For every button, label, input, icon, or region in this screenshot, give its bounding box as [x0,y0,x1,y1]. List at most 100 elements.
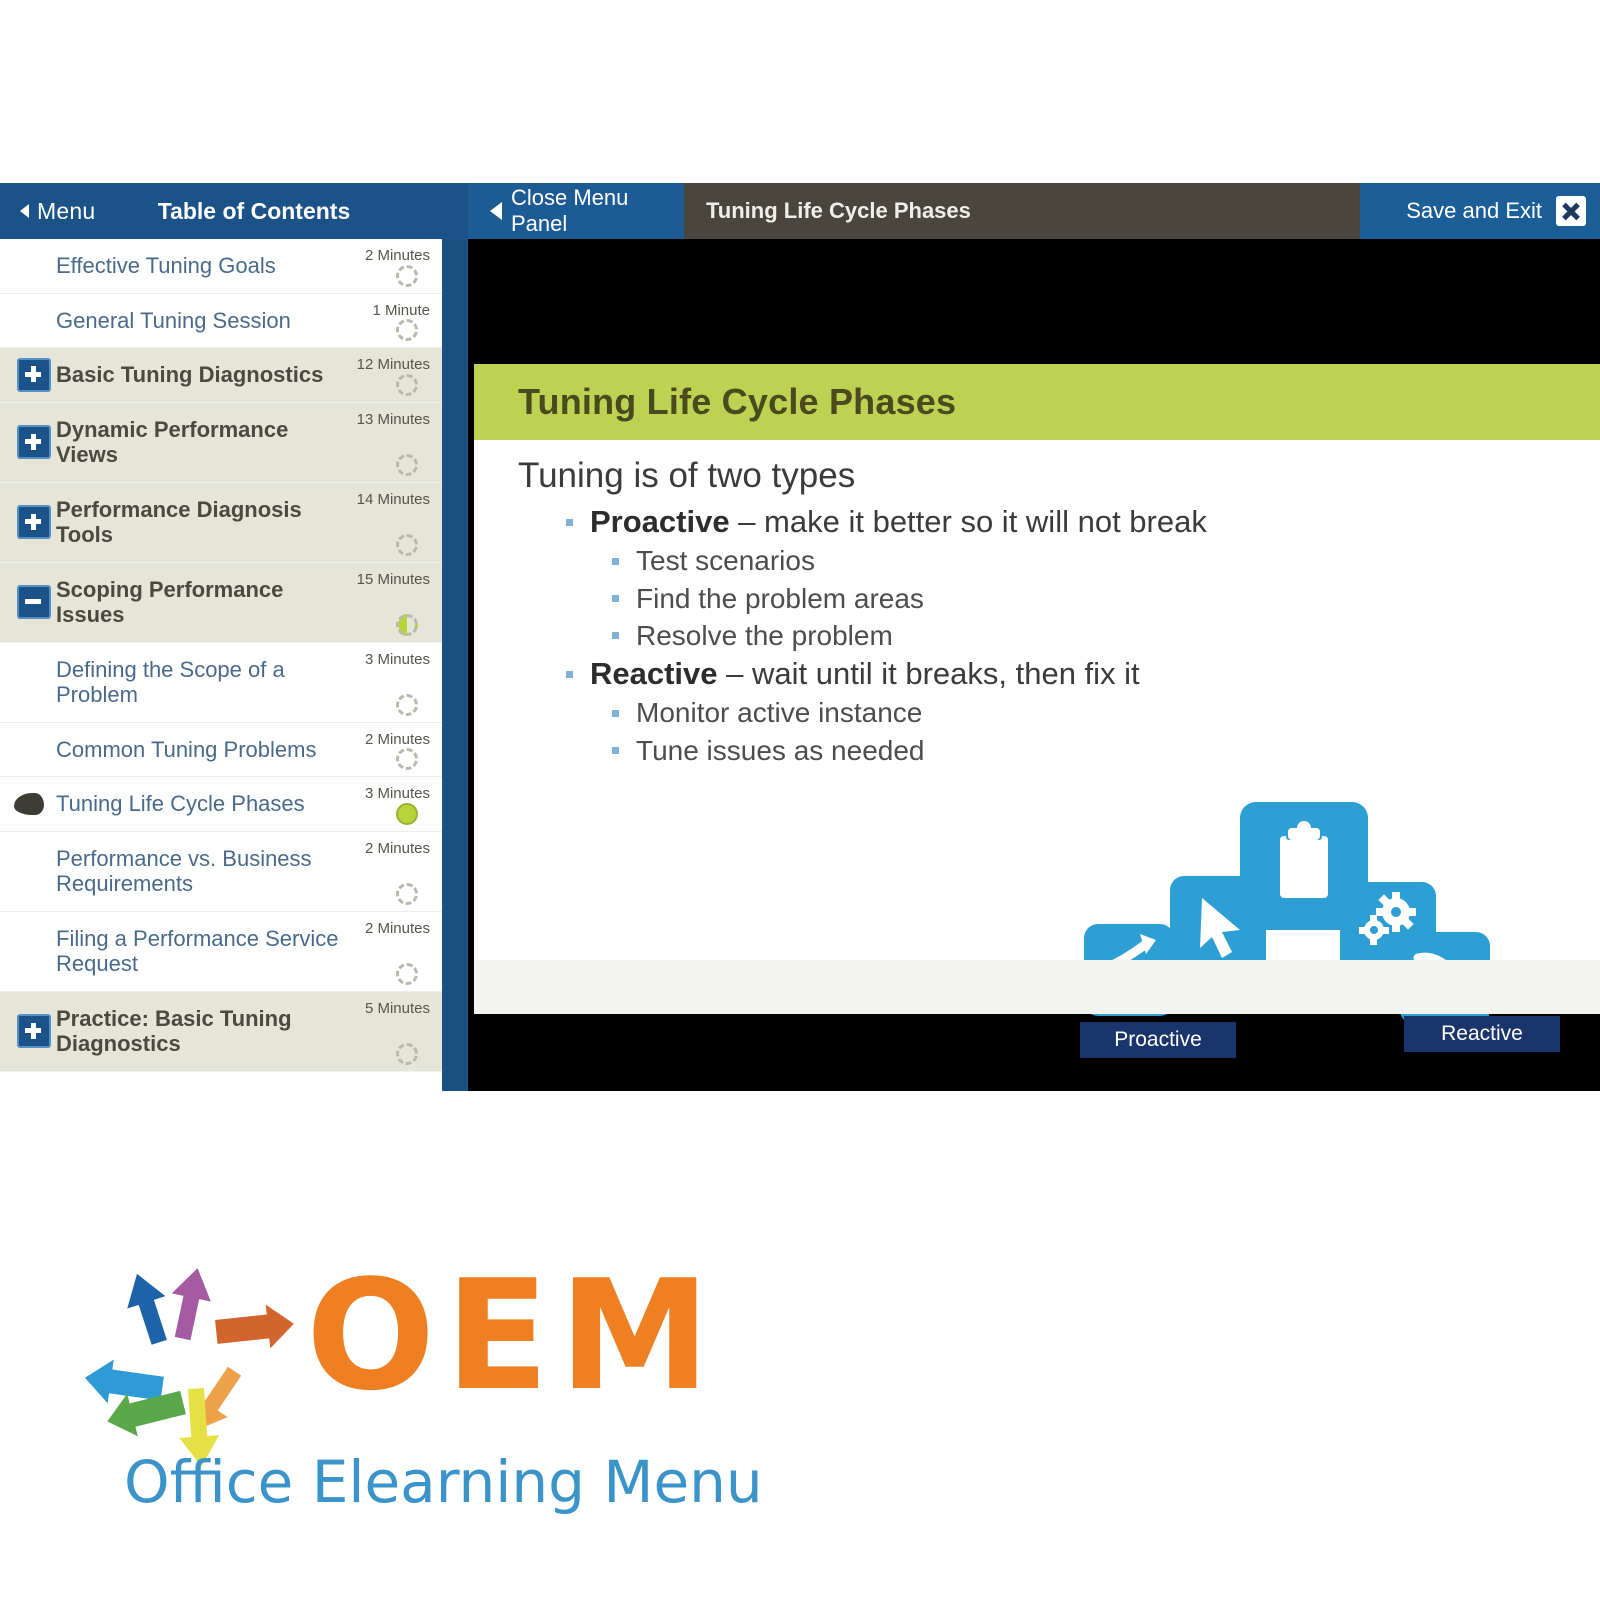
toc-item-duration: 14 Minutes [356,490,430,508]
toc-header: Table of Contents Menu [0,183,468,239]
slide-bullet-l2: Resolve the problem [610,617,1258,654]
proactive-badge: Proactive [1080,1022,1236,1058]
toc-list[interactable]: Effective Tuning Goals 2 Minutes General T… [0,239,442,1091]
expand-plus-icon[interactable] [17,1014,51,1049]
slide-bullet-rest: – wait until it breaks, then fix it [717,656,1140,691]
toc-item-progress-empty [396,373,418,396]
toc-item-progress-empty [396,1042,418,1065]
toc-item-label: Performance vs. Business Requirements [56,845,312,897]
triangle-left-icon [490,202,502,220]
toc-scrollbar-track[interactable] [444,239,908,1091]
expand-plus-icon[interactable] [17,505,51,540]
toc-item-duration: 2 Minutes [364,839,430,857]
toc-item-label: Performance Diagnosis Tools [56,496,302,548]
toc-item-duration: 3 Minutes [364,650,430,668]
logo-arrows-icon [84,1268,294,1467]
toc-item-progress-empty [396,882,418,905]
slide-bullet-strong: Reactive [590,656,718,691]
close-x-icon[interactable] [1556,196,1586,226]
toc-item-8[interactable]: Tuning Life Cycle Phases 3 Minutes [0,777,442,832]
expand-plus-icon[interactable] [17,357,51,392]
toc-item-10[interactable]: Filing a Performance Service Request 2 Mi… [0,911,442,992]
toc-item-6[interactable]: Defining the Scope of a Problem 3 Minutes [0,642,442,723]
oem-logo: OEM Office Elearning Menu [78,1247,763,1542]
toc-item-4[interactable]: Performance Diagnosis Tools 14 Minutes [0,482,442,563]
slide-bullet-rest: – make it better so it will not break [729,504,1207,539]
toc-item-label: Filing a Performance Service Request [56,925,339,977]
slide-bullet-l2: Test scenarios [610,542,1258,579]
slide-bullet-l2: Tune issues as needed [610,732,1258,769]
toc-item-progress-empty [396,453,418,476]
toc-item-duration: 1 Minute [372,301,430,319]
slide-title-banner: Tuning Life Cycle Phases [474,364,1600,440]
menu-button[interactable]: Menu [20,183,95,239]
toc-item-progress-empty [396,533,418,556]
slide-bullet-strong: Proactive [590,504,730,539]
collapse-minus-icon[interactable] [17,585,51,620]
save-and-exit-label: Save and Exit [1406,198,1542,223]
logo-wordmark: OEM [306,1247,721,1424]
slide-sub-bullet-list: Test scenarios Find the problem areas Reso… [564,542,1258,654]
toc-item-1[interactable]: General Tuning Session 1 Minute [0,293,442,349]
slide-heading: Tuning is of two types [518,456,856,495]
toc-item-label: Effective Tuning Goals [56,253,276,278]
toc-item-label: Basic Tuning Diagnostics [56,362,324,388]
save-and-exit-button[interactable]: Save and Exit [1360,183,1600,239]
slide-footer-strip [474,960,1600,1014]
toc-item-duration: 2 Minutes [364,730,430,748]
toc-item-duration: 12 Minutes [356,356,430,374]
toc-item-label: Common Tuning Problems [56,736,317,762]
slide-bullet-l1: Proactive – make it better so it will no… [564,502,1258,542]
toc-item-label: Tuning Life Cycle Phases [56,791,305,817]
current-slide-marker-icon [14,792,44,815]
slide-bullet-list: Proactive – make it better so it will no… [518,502,1258,769]
toc-item-progress-done [396,802,418,825]
slide-letterbox: Tuning Life Cycle Phases Tuning is of tw… [474,239,1600,1091]
reactive-badge: Reactive [1404,1016,1560,1052]
toc-item-label: Practice: Basic Tuning Diagnostics [56,1005,292,1057]
toc-item-11[interactable]: Practice: Basic Tuning Diagnostics 5 Minu… [0,991,442,1072]
screenshot-root: Table of Contents Menu Close Menu Panel … [0,0,1600,1600]
toc-item-duration: 5 Minutes [364,999,430,1017]
logo-tagline: Office Elearning Menu [124,1448,763,1516]
close-menu-panel-button[interactable]: Close Menu Panel [468,183,684,239]
toc-item-7[interactable]: Common Tuning Problems 2 Minutes [0,722,442,778]
toc-item-duration: 13 Minutes [356,410,430,428]
toc-item-label: Dynamic Performance Views [56,416,289,468]
toc-item-progress-empty [396,319,418,342]
toc-item-label: Defining the Scope of a Problem [56,656,285,708]
toc-item-2[interactable]: Basic Tuning Diagnostics 12 Minutes [0,348,442,403]
toc-item-duration: 3 Minutes [364,785,430,803]
toc-item-3[interactable]: Dynamic Performance Views 13 Minutes [0,402,442,483]
reactive-badge-label: Reactive [1441,1022,1523,1045]
slide-sub-bullet-list: Monitor active instance Tune issues as ne… [564,694,1258,768]
toc-item-progress-empty [396,962,418,985]
toc-item-duration: 2 Minutes [364,247,430,264]
toc-item-progress-half [396,613,418,636]
toc-item-0[interactable]: Effective Tuning Goals 2 Minutes [0,239,442,294]
toc-item-progress-empty [396,693,418,716]
menu-button-label: Menu [37,197,96,224]
slide-stage: Tuning Life Cycle Phases Tuning is of tw… [468,239,1600,1091]
chevron-left-icon [20,204,29,218]
elearning-player: Table of Contents Menu Close Menu Panel … [0,183,1600,1091]
toc-item-label: General Tuning Session [56,307,291,333]
toc-item-duration: 2 Minutes [364,919,430,937]
proactive-badge-label: Proactive [1114,1028,1202,1051]
slide-title-bar: Tuning Life Cycle Phases [684,183,1360,239]
toc-item-progress-empty [396,748,418,771]
expand-plus-icon[interactable] [17,425,51,460]
toc-item-label: Scoping Performance Issues [56,576,284,628]
slide-title-text: Tuning Life Cycle Phases [706,198,971,223]
slide-banner-title: Tuning Life Cycle Phases [518,381,957,422]
slide-bullet-l2: Find the problem areas [610,580,1258,617]
toc-item-duration: 15 Minutes [356,570,430,588]
slide-bullet-l2: Monitor active instance [610,694,1258,731]
toc-item-progress-empty [396,264,418,287]
toc-item-5[interactable]: Scoping Performance Issues 15 Minutes [0,562,442,643]
slide-canvas: Tuning Life Cycle Phases Tuning is of tw… [474,364,1600,1058]
slide-body: Tuning is of two types Proactive – make … [518,456,1258,769]
toc-item-9[interactable]: Performance vs. Business Requirements 2 M… [0,831,442,912]
close-menu-panel-label: Close Menu Panel [511,185,629,236]
proactive-reactive-graphic: Proactive Reactive [1074,784,1560,1059]
